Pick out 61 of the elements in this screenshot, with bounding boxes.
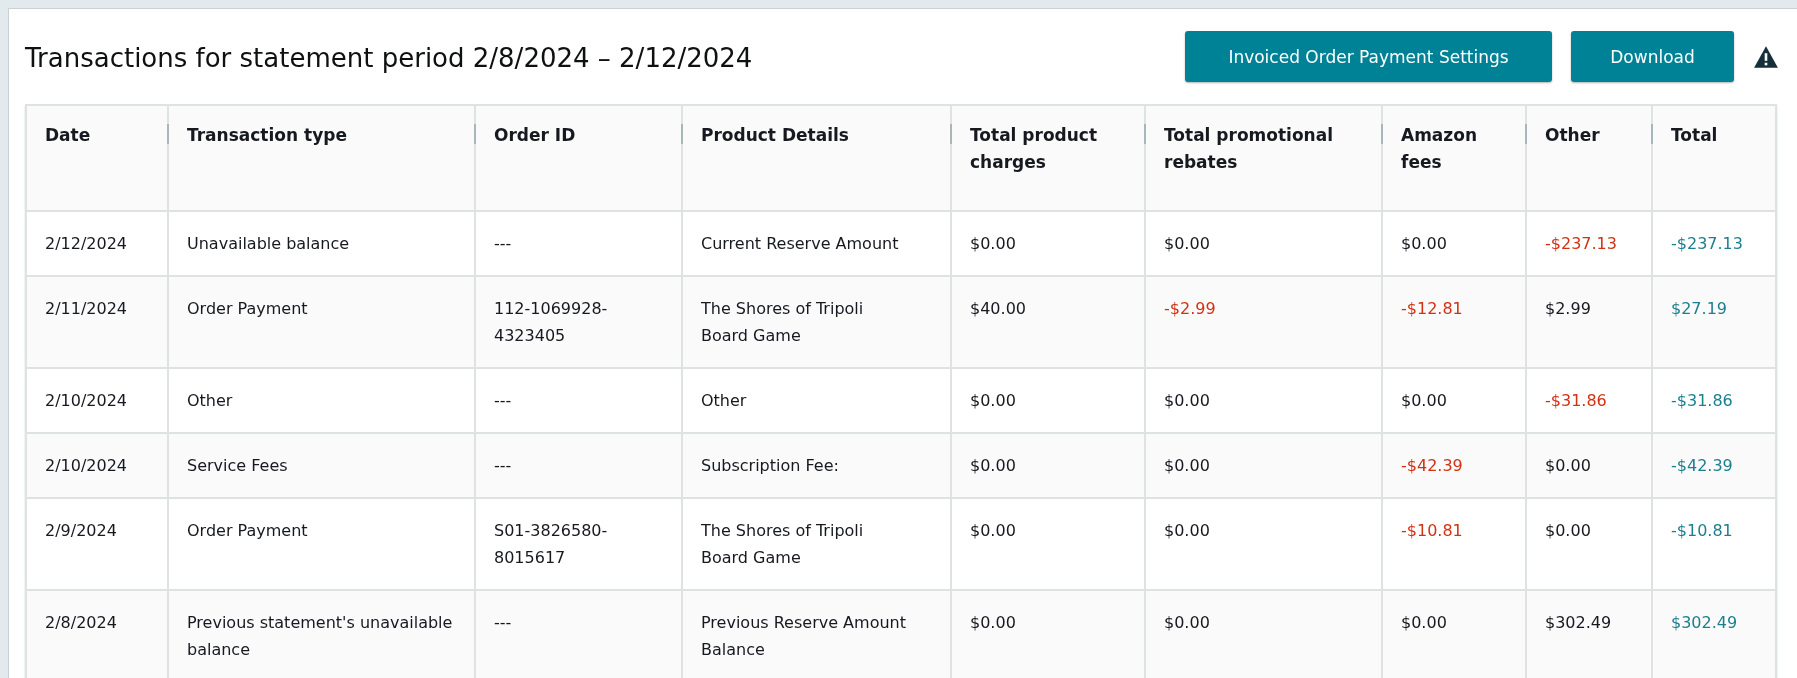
product-details-text: Subscription Fee:: [701, 455, 840, 477]
amount-text: $0.00: [1164, 521, 1210, 540]
order-id-text: S01-3826580-8015617: [494, 520, 609, 569]
date-text: 2/10/2024: [45, 391, 128, 410]
transaction-type-text: Service Fees: [187, 456, 288, 475]
order-id-text: ---: [494, 455, 513, 477]
amount-text: $2.99: [1545, 299, 1591, 318]
total-amount-text: $302.49: [1671, 613, 1738, 632]
amount-text: $0.00: [970, 456, 1016, 475]
transaction-type-text: Unavailable balance: [187, 234, 350, 253]
date-text: 2/9/2024: [45, 521, 117, 540]
column-header[interactable]: Other: [1545, 122, 1633, 149]
amount-text: $0.00: [1545, 456, 1591, 475]
amount-text: $0.00: [1164, 391, 1210, 410]
transaction-type-text: Previous statement's unavailable balance: [187, 613, 453, 659]
action-button[interactable]: Download: [1571, 31, 1734, 82]
product-details-text: Current Reserve Amount: [701, 233, 900, 255]
total-amount-text: $27.19: [1671, 299, 1727, 318]
amount-text: $0.00: [970, 521, 1016, 540]
product-details-text: The Shores of Tripoli Board Game: [701, 520, 865, 569]
warning-icon[interactable]: [1753, 44, 1779, 69]
column-header[interactable]: Total: [1671, 122, 1757, 149]
product-details-text: The Shores of Tripoli Board Game: [701, 298, 865, 347]
order-id-text: ---: [494, 612, 513, 634]
product-details-text: Other: [701, 390, 748, 412]
transaction-type-text: Order Payment: [187, 521, 308, 540]
amount-text: $0.00: [970, 234, 1016, 253]
amount-text: $40.00: [970, 299, 1026, 318]
amount-text: -$2.99: [1164, 299, 1216, 318]
amount-text: $0.00: [1164, 613, 1210, 632]
date-text: 2/12/2024: [45, 234, 128, 253]
amount-text: -$42.39: [1401, 456, 1463, 475]
product-details-text: Previous Reserve Amount Balance: [701, 612, 907, 661]
date-text: 2/10/2024: [45, 456, 128, 475]
amount-text: $0.00: [1545, 521, 1591, 540]
column-header[interactable]: Date: [45, 122, 149, 149]
order-id-text: 112-1069928-4323405: [494, 298, 609, 347]
date-text: 2/8/2024: [45, 613, 117, 632]
amount-text: -$31.86: [1545, 391, 1607, 410]
total-amount-text: -$237.13: [1671, 234, 1743, 253]
amount-text: $0.00: [1164, 456, 1210, 475]
order-id-text: ---: [494, 390, 513, 412]
amount-text: $0.00: [970, 613, 1016, 632]
action-button[interactable]: Invoiced Order Payment Settings: [1185, 31, 1552, 82]
amount-text: $0.00: [970, 391, 1016, 410]
transaction-type-text: Order Payment: [187, 299, 308, 318]
amount-text: $302.49: [1545, 613, 1612, 632]
amount-text: $0.00: [1401, 234, 1447, 253]
amount-text: $0.00: [1401, 613, 1447, 632]
amount-text: -$12.81: [1401, 299, 1463, 318]
amount-text: -$237.13: [1545, 234, 1617, 253]
total-amount-text: -$42.39: [1671, 456, 1733, 475]
page-title: Transactions for statement period 2/8/2024 – 2/12/2024: [25, 41, 753, 73]
amount-text: -$10.81: [1401, 521, 1463, 540]
amount-text: $0.00: [1401, 391, 1447, 410]
order-id-text: ---: [494, 233, 513, 255]
transaction-type-text: Other: [187, 391, 233, 410]
total-amount-text: -$31.86: [1671, 391, 1733, 410]
total-amount-text: -$10.81: [1671, 521, 1733, 540]
amount-text: $0.00: [1164, 234, 1210, 253]
date-text: 2/11/2024: [45, 299, 128, 318]
